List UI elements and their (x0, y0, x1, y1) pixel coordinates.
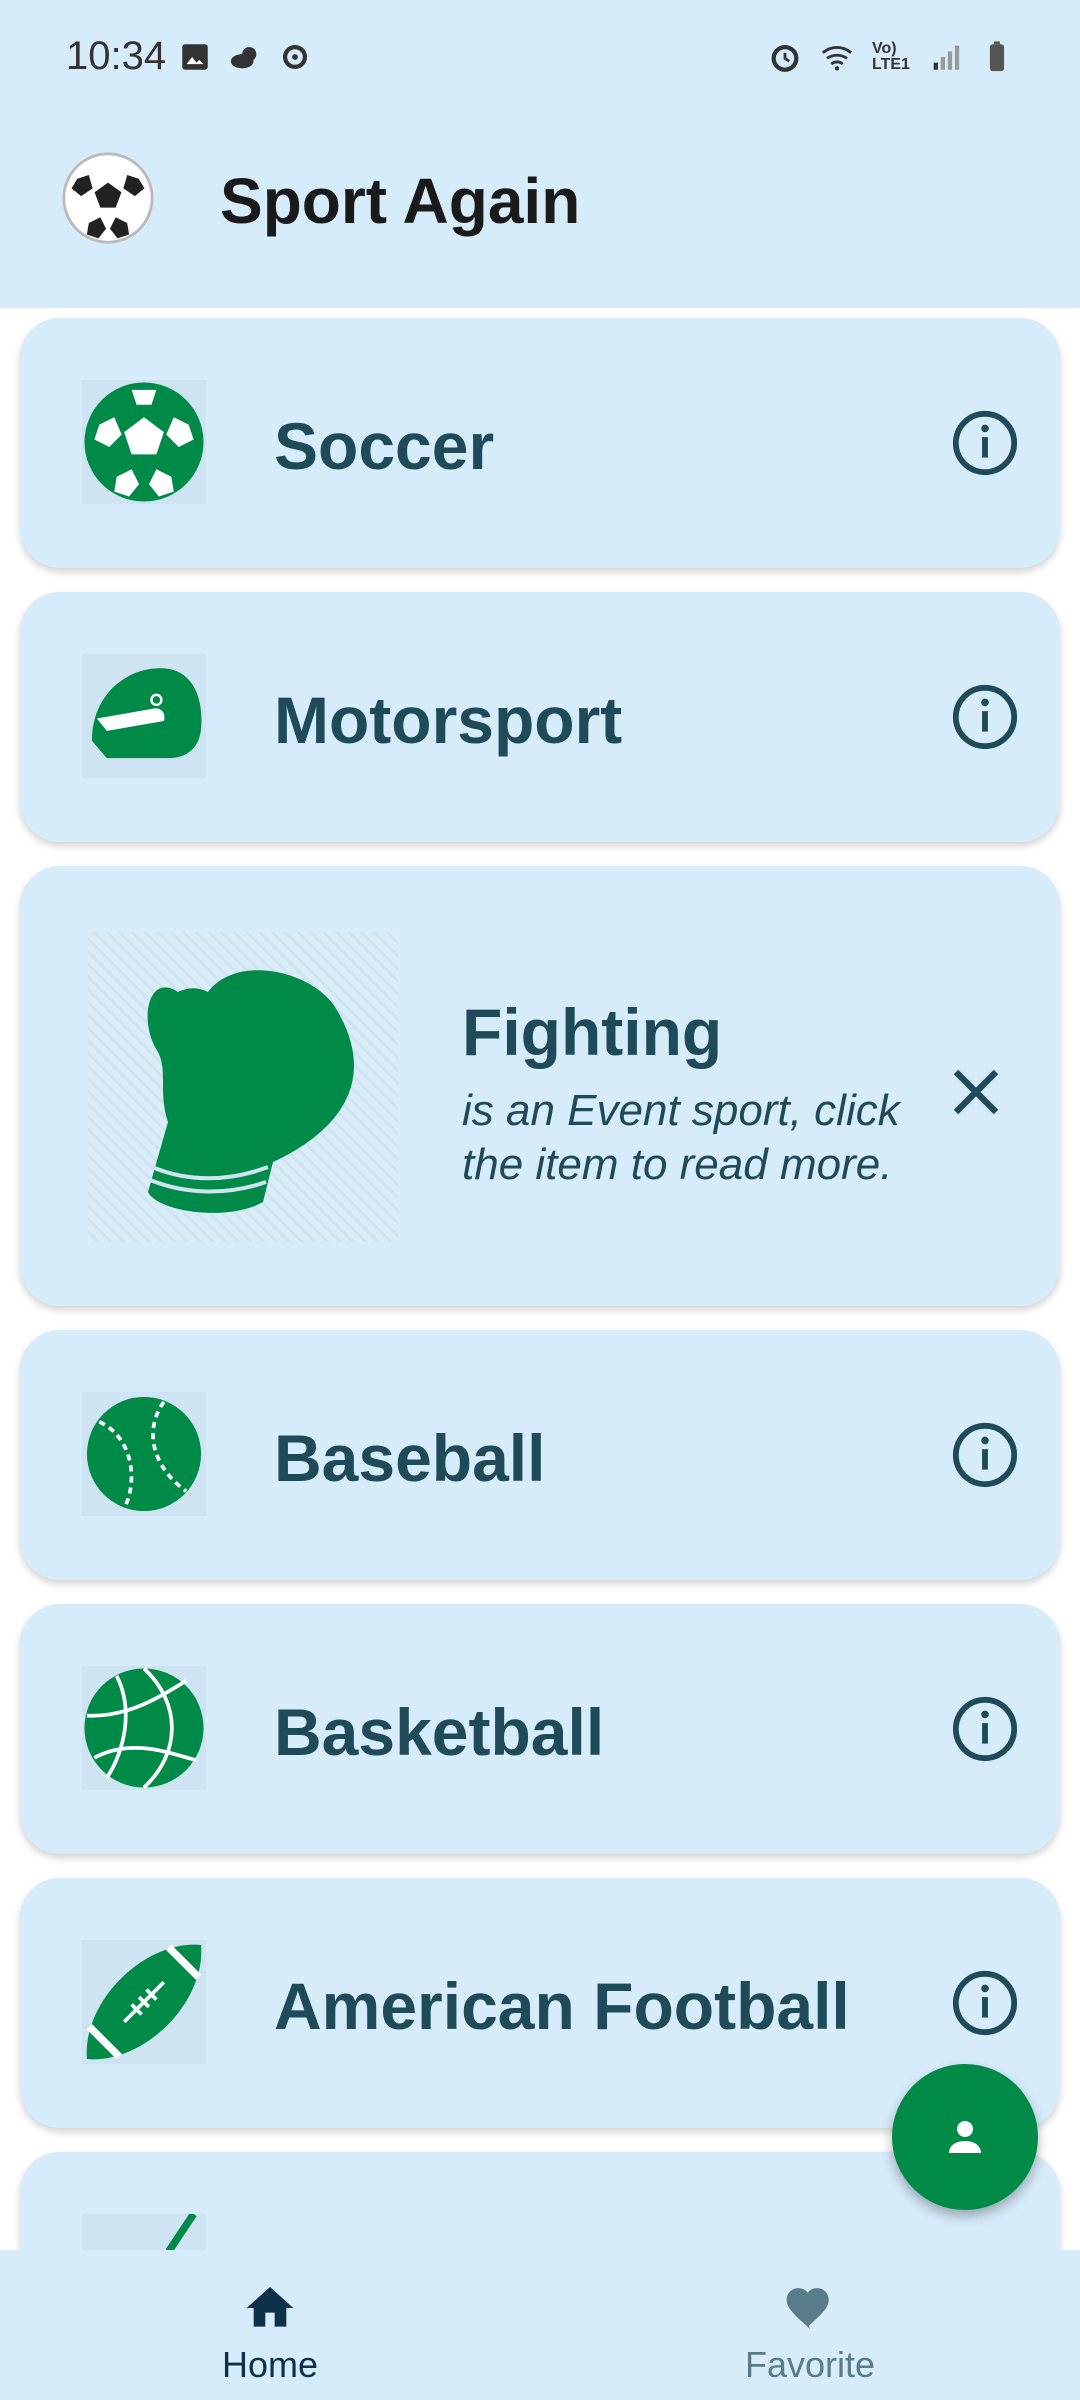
sport-name: Baseball (274, 1421, 546, 1495)
basketball-icon (82, 1666, 206, 1790)
boxing-glove-icon (88, 932, 398, 1242)
close-icon[interactable] (946, 1062, 1006, 1122)
battery-icon (989, 41, 1005, 72)
sport-name: Soccer (274, 409, 495, 483)
info-icon[interactable] (950, 408, 1020, 478)
info-icon[interactable] (950, 1694, 1020, 1764)
heart-icon (786, 2288, 829, 2329)
info-icon[interactable] (950, 1420, 1020, 1490)
settings-gear-icon (282, 44, 308, 70)
wifi-icon (821, 46, 853, 71)
gallery-icon (182, 44, 208, 70)
bottom-navigation: Home Favorite (0, 2250, 1080, 2400)
status-bar: 10:34 Vo) LTE1 (0, 0, 1080, 122)
info-icon[interactable] (950, 682, 1020, 752)
sport-name: American Football (274, 1969, 850, 2043)
sport-description: is an Event sport, click the item to rea… (462, 1086, 900, 1189)
weather-icon (230, 47, 257, 69)
sport-card-american-football[interactable]: American Football (20, 1878, 1060, 2128)
soccer-ball-icon (82, 380, 206, 504)
info-icon[interactable] (950, 1968, 1020, 2038)
sport-card-soccer[interactable]: Soccer (20, 318, 1060, 568)
status-time: 10:34 (66, 34, 167, 78)
helmet-icon (82, 654, 206, 778)
american-football-icon (82, 1940, 206, 2064)
sport-name: Motorsport (274, 683, 623, 757)
home-icon (246, 2287, 294, 2327)
sport-card-basketball[interactable]: Basketball (20, 1604, 1060, 1854)
sport-card-motorsport[interactable]: Motorsport (20, 592, 1060, 842)
app-bar: Sport Again (0, 122, 1080, 308)
network-label: Vo) LTE1 (872, 40, 910, 73)
signal-icon (933, 45, 960, 70)
nav-home-label: Home (221, 2344, 319, 2385)
nav-favorite-label: Favorite (744, 2344, 876, 2385)
sports-list[interactable]: Soccer Motorsport Fighting is an Event s… (0, 308, 1080, 2250)
nav-favorite[interactable]: Favorite (660, 2280, 960, 2386)
sport-card-fighting[interactable]: Fighting is an Event sport, click the it… (20, 866, 1060, 1306)
sport-name: Fighting (462, 995, 723, 1069)
baseball-icon (82, 1392, 206, 1516)
app-title: Sport Again (220, 165, 581, 237)
nav-home[interactable]: Home (120, 2280, 420, 2386)
profile-fab-button[interactable] (892, 2064, 1038, 2210)
sport-card-baseball[interactable]: Baseball (20, 1330, 1060, 1580)
soccer-ball-logo-icon (62, 152, 154, 244)
sport-thumbnail-icon (82, 2214, 206, 2250)
sport-name: Basketball (274, 1695, 605, 1769)
alarm-icon (771, 44, 799, 72)
person-icon (949, 2121, 981, 2153)
